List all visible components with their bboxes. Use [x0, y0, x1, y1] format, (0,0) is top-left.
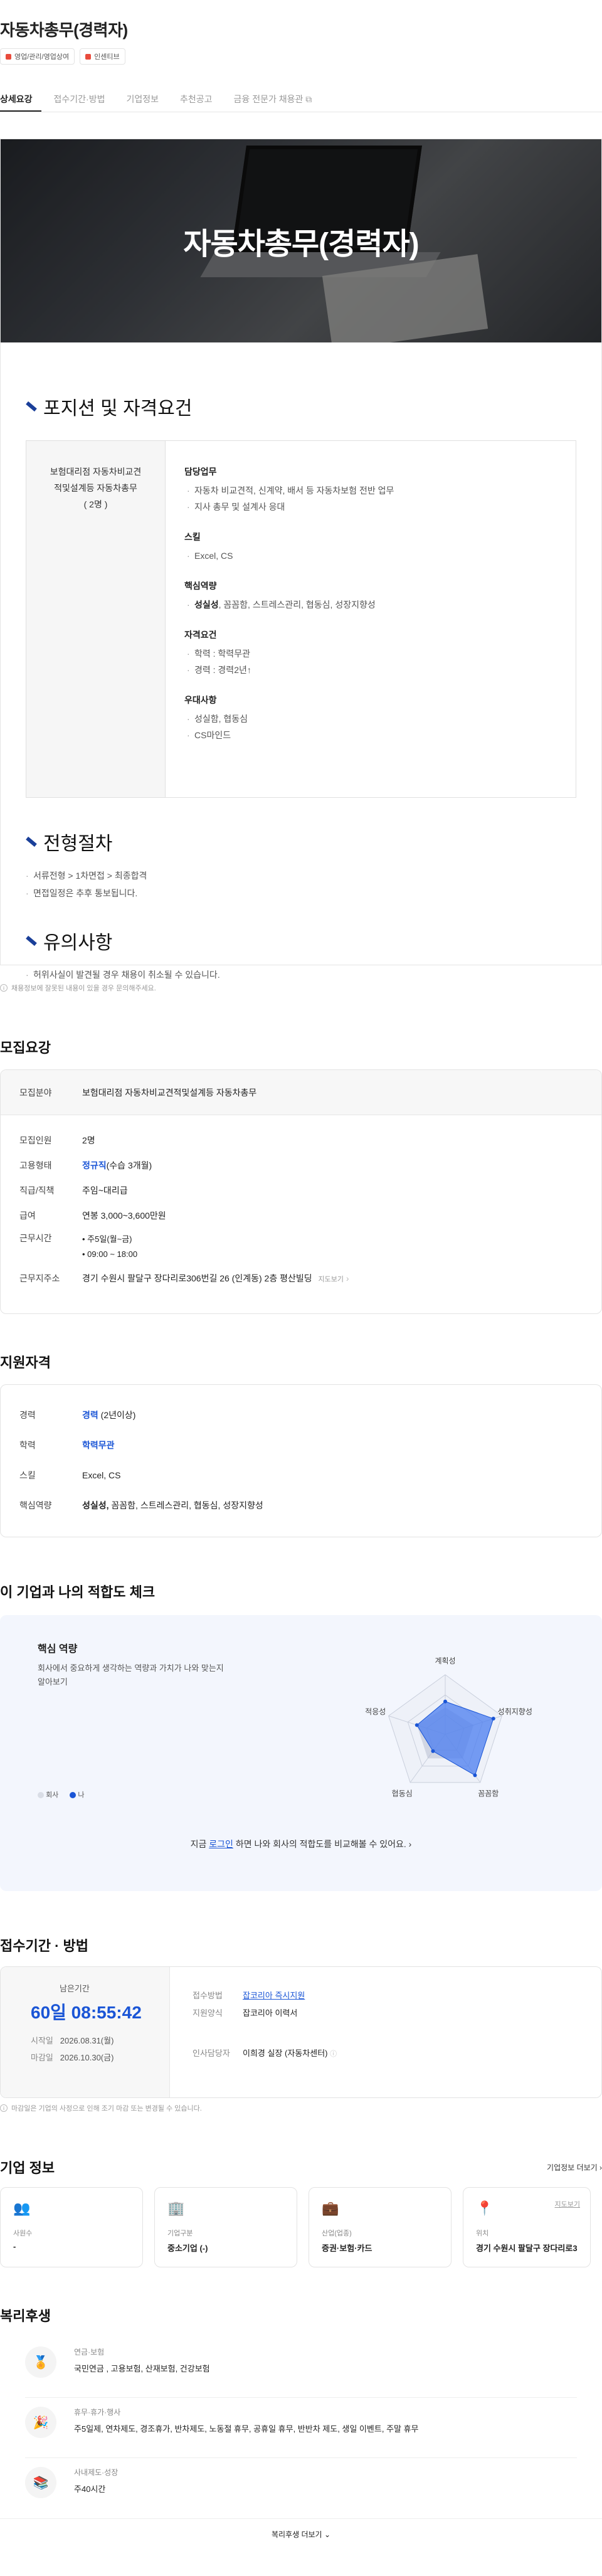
caution-list: 허위사실이 발견될 경우 채용이 취소될 수 있습니다.: [1, 966, 601, 983]
fit-heading: 이 기업과 나의 적합도 체크: [0, 1584, 156, 1600]
radar-axis-label: 계획성: [435, 1656, 455, 1665]
company-cards: 👥 사원수 - 🏢 기업구분 중소기업 (-) 💼 산업(업종) 증권·보험·카…: [0, 2187, 602, 2267]
info-icon: i: [0, 2104, 8, 2112]
tag-icon: [85, 53, 92, 60]
briefcase-icon: 💼: [322, 2200, 339, 2216]
info-icon[interactable]: ⓘ: [330, 2050, 337, 2058]
map-link[interactable]: 지도보기: [555, 2199, 580, 2209]
external-link-icon: ⧉: [305, 94, 312, 104]
people-icon: 👥: [13, 2200, 31, 2216]
tab-recommended[interactable]: 추천공고: [180, 90, 221, 112]
chevron-right-icon: ›: [408, 1839, 412, 1849]
tag-item: 인센티브: [80, 48, 125, 65]
radar-point: [431, 1749, 435, 1753]
tab-detail[interactable]: 상세요강: [0, 90, 41, 112]
summary-row: 모집인원 2명: [19, 1135, 95, 1145]
tab-apply-method[interactable]: 접수기간·방법: [54, 90, 114, 112]
section-heading: 유의사항: [26, 927, 601, 955]
welfare-more-link[interactable]: 복리후생 더보기 ⌄: [272, 2530, 330, 2539]
apply-box: 남은기간 60일 08:55:42 시작일 2026.08.31(월) 마감일 …: [0, 1966, 602, 2098]
summary-row: 모집분야 보험대리점 자동차비교견적및설계등 자동차총무: [1, 1070, 601, 1115]
apply-method-panel: 접수방법 잡코리아 즉시지원 지원양식 잡코리아 이력서 인사담당자 이희경 실장 (…: [193, 1991, 337, 2058]
apply-heading: 접수기간 · 방법: [0, 1938, 88, 1954]
radar-chart: 계획성성취지향성꼼꼼함 협동심 적응성: [365, 1656, 532, 1798]
skill-group: 스킬 Excel, CS: [184, 529, 394, 564]
summary-row: 고용형태 정규직(수습 3개월): [19, 1160, 152, 1170]
deadline-note: i 마감일은 기업의 사정으로 인해 조기 마감 또는 변경될 수 있습니다.: [0, 2103, 602, 2113]
radar-point: [491, 1717, 495, 1721]
qualify-row: 핵심역량 성실성, 꼼꼼함, 스트레스관리, 협동심, 성장지향성: [19, 1500, 263, 1510]
qualify-row: 스킬 Excel, CS: [19, 1470, 121, 1480]
company-heading: 기업 정보: [0, 2160, 55, 2176]
qualify-box: 경력 경력 (2년이상) 학력 학력무관 스킬 Excel, CS 핵심역량 성실성, …: [0, 1384, 602, 1537]
chevron-right-icon: ›: [346, 1273, 349, 1283]
summary-row: 근무시간 • 주5일(월~금) • 09:00 ~ 18:00: [19, 1233, 138, 1259]
company-card: 💼 산업(업종) 증권·보험·카드: [309, 2187, 452, 2267]
banner-image: 자동차총무(경력자): [1, 139, 601, 342]
tab-finance-expert[interactable]: 금융 전문가 채용관 ⧉: [234, 90, 321, 112]
banner-title: 자동차총무(경력자): [183, 228, 419, 261]
qualify-row: 학력 학력무관: [19, 1440, 115, 1450]
fit-cta: 지금 로그인 하면 나와 회사의 적합도를 비교해볼 수 있어요. ›: [190, 1839, 412, 1849]
radar-point: [443, 1699, 447, 1704]
detail-content: 자동차총무(경력자) 포지션 및 자격요건 보험대리점 자동차비교견 적및설계등…: [0, 139, 602, 983]
pension-icon: 🏅: [25, 2346, 56, 2378]
welfare-item: 🎉 휴무·휴가·행사 주5일제, 연차제도, 경조휴가, 반차제도, 노동절 휴무…: [25, 2398, 577, 2458]
tag-list: 영업/관리/영업상여 인센티브: [0, 48, 602, 65]
section-heading: 전형절차: [26, 828, 601, 856]
countdown: 60일 08:55:42: [31, 2003, 142, 2022]
summary-row: 급여 연봉 3,000~3,600만원: [19, 1211, 166, 1221]
radar-axis-label: 꼼꼼함: [478, 1789, 499, 1798]
radar-point: [473, 1773, 477, 1778]
qualify-row: 경력 경력 (2년이상): [19, 1410, 136, 1420]
summary-box: 모집분야 보험대리점 자동차비교견적및설계등 자동차총무 모집인원 2명 고용형태…: [0, 1069, 602, 1314]
welfare-item: 🏅 연금·보험 국민연금 , 고용보험, 산재보험, 건강보험: [25, 2338, 577, 2398]
map-link[interactable]: 지도보기: [319, 1276, 344, 1283]
fit-check-box: 핵심 역량 회사에서 중요하게 생각하는 역량과 가치가 나와 맞는지 알아보기…: [0, 1615, 602, 1891]
position-details: 담당업무 자동차 비교견적, 신계약, 배서 등 자동차보험 전반 업무 지사 …: [166, 441, 413, 797]
requirement-group: 자격요건 학력 : 학력무관 경력 : 경력2년↑: [184, 627, 394, 678]
building-icon: 🏢: [167, 2200, 185, 2216]
login-link[interactable]: 로그인: [209, 1839, 233, 1849]
radar-point: [415, 1723, 419, 1727]
company-card: 🏢 기업구분 중소기업 (-): [154, 2187, 297, 2267]
summary-row: 근무지주소 경기 수원시 팔달구 장다리로306번길 26 (인계동) 2층 평…: [19, 1273, 349, 1283]
summary-heading: 모집요강: [0, 1040, 51, 1056]
radar-axis-label: 협동심: [392, 1789, 413, 1798]
radar-axis-label: 성취지향성: [498, 1707, 532, 1716]
competency-group: 핵심역량 성실성, 꼼꼼함, 스트레스관리, 협동심, 성장지향성: [184, 578, 394, 613]
info-icon: i: [0, 984, 8, 992]
duty-group: 담당업무 자동차 비교견적, 신계약, 배서 등 자동차보험 전반 업무 지사 …: [184, 464, 394, 515]
tab-bar: 상세요강 접수기간·방법 기업정보 추천공고 금융 전문가 채용관 ⧉: [0, 90, 602, 112]
tab-company-info[interactable]: 기업정보: [126, 90, 167, 112]
chevron-right-icon: ›: [599, 2163, 602, 2172]
apply-method-link[interactable]: 잡코리아 즉시지원: [243, 1991, 305, 2000]
tag-icon: [6, 53, 11, 60]
position-title-cell: 보험대리점 자동차비교견 적및설계등 자동차총무 ( 2명 ): [26, 441, 166, 797]
chevron-down-icon: ⌄: [324, 2530, 331, 2539]
preferred-group: 우대사항 성실함, 협동심 CS마인드: [184, 692, 394, 743]
process-list: 서류전형 > 1차면접 > 최종합격 면접일정은 추후 통보됩니다.: [1, 867, 601, 902]
report-note: i 채용정보에 잘못된 내용이 있을 경우 문의해주세요.: [0, 983, 602, 993]
company-card: 👥 사원수 -: [0, 2187, 143, 2267]
job-posting-page: 자동차총무(경력자) 영업/관리/영업상여 인센티브 상세요강 접수기간·방법 …: [0, 0, 602, 2576]
tag-item: 영업/관리/영업상여: [0, 48, 75, 65]
welfare-list: 🏅 연금·보험 국민연금 , 고용보험, 산재보험, 건강보험 🎉 휴무·휴가·행…: [0, 2338, 602, 2519]
section-heading: 포지션 및 자격요건: [26, 393, 601, 420]
books-icon: 📚: [25, 2467, 56, 2498]
qualify-heading: 지원자격: [0, 1355, 51, 1370]
welfare-heading: 복리후생: [0, 2308, 51, 2324]
summary-row: 직급/직책 주임~대리급: [19, 1185, 128, 1195]
company-more-link[interactable]: 기업정보 더보기 ›: [547, 2162, 602, 2173]
company-card: 📍 지도보기 위치 경기 수원시 팔달구 장다리로30...: [463, 2187, 591, 2267]
position-table: 보험대리점 자동차비교견 적및설계등 자동차총무 ( 2명 ) 담당업무 자동차…: [26, 440, 576, 798]
posting-header: 자동차총무(경력자) 영업/관리/영업상여 인센티브 상세요강 접수기간·방법 …: [0, 0, 602, 112]
fit-legend: 회사 나: [38, 1789, 85, 1799]
welfare-item: 📚 사내제도·성장 주40시간: [25, 2458, 577, 2518]
radar-axis-label: 적응성: [365, 1707, 386, 1716]
page-title: 자동차총무(경력자): [0, 21, 128, 40]
party-icon: 🎉: [25, 2407, 56, 2438]
deadline-panel: 남은기간 60일 08:55:42 시작일 2026.08.31(월) 마감일 …: [1, 1967, 170, 2097]
